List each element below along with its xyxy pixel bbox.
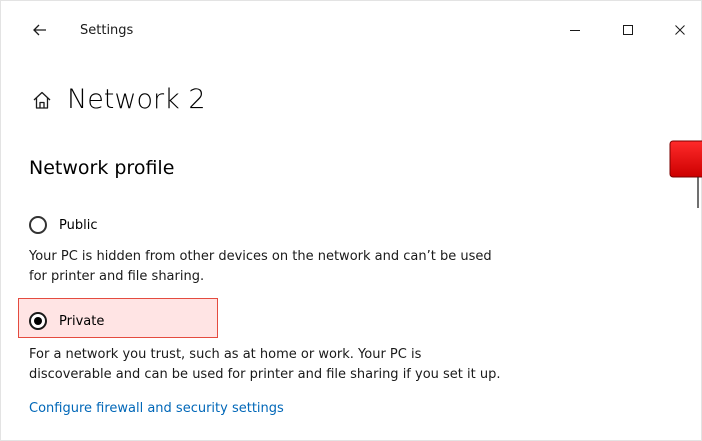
maximize-icon [623, 25, 633, 35]
back-arrow-icon [33, 24, 46, 36]
close-button[interactable] [660, 15, 700, 45]
page-title: Network 2 [67, 83, 206, 115]
radio-label-public: Public [59, 217, 98, 233]
maximize-button[interactable] [608, 15, 648, 45]
description-line: For a network you trust, such as at home… [29, 347, 422, 362]
description-line: discoverable and can be used for printer… [29, 367, 501, 382]
minimize-button[interactable] [555, 15, 595, 45]
back-button[interactable] [25, 15, 55, 45]
description-private: For a network you trust, such as at home… [29, 345, 569, 385]
home-icon [33, 91, 51, 109]
radio-label-private: Private [59, 313, 105, 329]
close-icon [675, 25, 685, 35]
radio-button-private[interactable] [29, 312, 47, 330]
radio-private[interactable]: Private [29, 309, 104, 333]
radio-public[interactable]: Public [29, 213, 97, 237]
description-public: Your PC is hidden from other devices on … [29, 247, 569, 287]
radio-selected-dot [34, 317, 42, 325]
radio-button-public[interactable] [29, 216, 47, 234]
firewall-settings-link[interactable]: Configure firewall and security settings [29, 401, 284, 416]
title-bar: Settings [1, 1, 702, 63]
window-title: Settings [80, 23, 134, 38]
minimize-icon [570, 30, 580, 31]
page-header: Network 2 [31, 79, 206, 119]
settings-window: Settings Network 2 Network profile Publi… [0, 0, 702, 441]
red-arrow-annotation [669, 140, 702, 208]
description-line: Your PC is hidden from other devices on … [29, 249, 492, 264]
description-line: for printer and file sharing. [29, 269, 205, 284]
section-title: Network profile [29, 157, 175, 179]
